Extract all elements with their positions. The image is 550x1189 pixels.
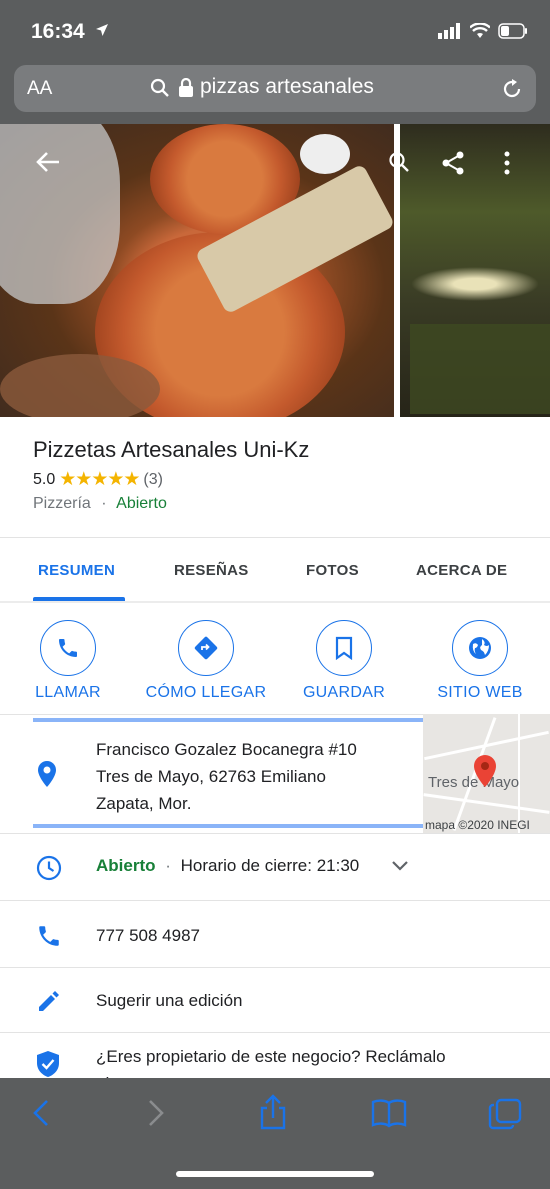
hours-row[interactable]: Abierto · Horario de cierre: 21:30 [96,856,359,876]
call-button[interactable]: LLAMAR [3,620,133,702]
map-thumbnail[interactable]: Tres de Mayo mapa ©2020 INEGI [423,714,550,834]
bookmark-icon [335,636,353,660]
url-text: pizzas artesanales [200,75,374,98]
category: Pizzería [33,495,91,512]
divider [0,967,550,968]
tab-fotos[interactable]: FOTOS [306,562,359,579]
claim-line-1: ¿Eres propietario de este negocio? Reclá… [96,1047,446,1066]
pencil-icon [39,991,59,1011]
pizza-photo[interactable] [0,124,394,417]
search-icon [150,78,169,97]
divider [0,900,550,901]
directions-icon [194,636,218,660]
wifi-icon [470,23,490,38]
globe-icon [469,637,491,659]
back-icon[interactable] [31,1098,51,1128]
photo-carousel[interactable] [0,124,550,417]
back-arrow-icon[interactable] [36,151,60,173]
tab-resenas[interactable]: RESEÑAS [174,562,249,579]
url-bar[interactable]: AA pizzas artesanales [14,65,536,112]
divider [0,833,550,834]
browser-top-bar: 16:34 AA pizzas artesanales [0,0,550,124]
search-icon[interactable] [388,151,410,173]
hours-status: Abierto [96,856,156,875]
address-text[interactable]: Francisco Gozalez Bocanegra #10 Tres de … [96,736,357,817]
share-icon[interactable] [440,150,466,176]
separator: · [101,495,107,512]
chevron-down-icon[interactable] [392,861,408,871]
clock-icon [36,855,62,881]
category-row: Pizzería · Abierto [33,495,167,513]
website-button[interactable]: SITIO WEB [415,620,545,702]
directions-button[interactable]: CÓMO LLEGAR [141,620,271,702]
forward-icon[interactable] [146,1098,166,1128]
status-icons [438,23,528,39]
phone-icon [39,926,59,946]
bookmarks-icon[interactable] [371,1098,407,1128]
rating-row[interactable]: 5.0 ★★★★★ (3) [33,468,163,491]
website-label: SITIO WEB [437,684,523,701]
suggest-edit-link[interactable]: Sugerir una edición [96,991,242,1011]
divider [0,537,550,538]
tabs-icon[interactable] [488,1098,522,1130]
share-icon[interactable] [258,1094,288,1130]
reload-icon[interactable] [500,77,524,101]
text-size-button[interactable]: AA [27,78,52,100]
open-status: Abierto [116,495,167,512]
phone-icon [59,639,77,657]
directions-button-circle[interactable] [178,620,234,676]
save-button[interactable]: GUARDAR [279,620,409,702]
closing-time: Horario de cierre: 21:30 [180,856,360,875]
place-name: Pizzetas Artesanales Uni-Kz [33,437,310,462]
address-line-3: Zapata, Mor. [96,794,192,813]
call-label: LLAMAR [35,684,101,701]
call-button-circle[interactable] [40,620,96,676]
save-label: GUARDAR [302,684,386,701]
tab-acerca-de[interactable]: ACERCA DE [416,562,507,579]
lock-icon [179,78,193,97]
review-count[interactable]: (3) [143,471,163,489]
restaurant-photo[interactable] [389,124,550,417]
address-highlight-top [33,718,423,722]
more-vert-icon[interactable] [503,151,511,175]
divider [0,1032,550,1033]
map-marker-icon [474,755,496,787]
location-arrow-icon [95,24,108,36]
location-pin-icon [38,761,56,787]
directions-label: CÓMO LLEGAR [145,684,267,701]
save-button-circle[interactable] [316,620,372,676]
address-line-2: Tres de Mayo, 62763 Emiliano [96,767,326,786]
time-text: 16:34 [31,20,85,43]
divider [0,601,550,603]
home-indicator[interactable] [176,1171,374,1177]
address-highlight-bottom [33,824,423,828]
signal-icon [438,23,460,39]
rating-value: 5.0 [33,470,56,488]
address-line-1: Francisco Gozalez Bocanegra #10 [96,740,357,759]
battery-icon [498,23,527,39]
separator: · [165,856,171,875]
star-rating-icon: ★★★★★ [59,469,140,490]
verified-shield-icon [37,1051,59,1077]
status-time: 16:34 [31,20,109,44]
map-copyright: mapa ©2020 INEGI [425,818,530,832]
phone-number[interactable]: 777 508 4987 [96,926,200,946]
tab-resumen[interactable]: RESUMEN [38,562,115,579]
website-button-circle[interactable] [452,620,508,676]
